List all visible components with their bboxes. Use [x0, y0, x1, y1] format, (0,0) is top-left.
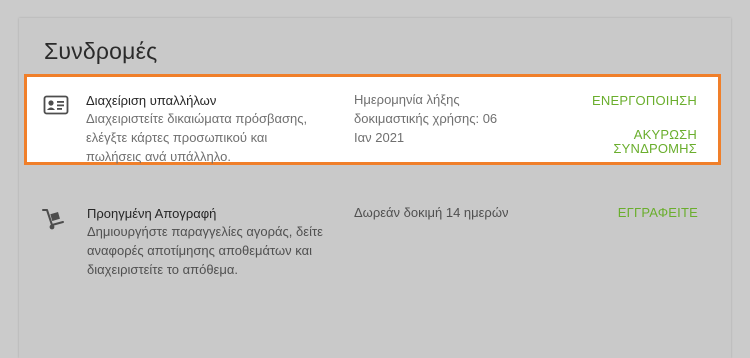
- subscription-name: Προηγμένη Απογραφή: [87, 206, 217, 221]
- hand-truck-icon: [41, 207, 67, 230]
- id-card-icon: [43, 94, 69, 116]
- activate-button[interactable]: ΕΝΕΡΓΟΠΟΙΗΣΗ: [592, 94, 697, 108]
- cancel-subscription-button[interactable]: ΑΚΥΡΩΣΗ ΣΥΝΔΡΟΜΗΣ: [587, 128, 697, 156]
- subscription-description: Διαχειριστείτε δικαιώματα πρόσβασης, ελέ…: [86, 111, 308, 164]
- subscription-description: Δημιουργήστε παραγγελίες αγοράς, δείτε α…: [87, 224, 323, 277]
- page-title: Συνδρομές: [44, 38, 158, 64]
- subscription-row-advanced-inventory: Προηγμένη Απογραφή Δημιουργήστε παραγγελ…: [19, 202, 731, 322]
- subscription-row-employee-management: Διαχείριση υπαλλήλων Διαχειριστείτε δικα…: [24, 74, 721, 165]
- trial-expiry-status: Ημερομηνία λήξης δοκιμαστικής χρήσης: 06…: [354, 92, 498, 145]
- free-trial-status: Δωρεάν δοκιμή 14 ημερών: [354, 205, 509, 220]
- subscribe-button[interactable]: ΕΓΓΡΑΦΕΙΤΕ: [618, 206, 698, 220]
- subscription-name: Διαχείριση υπαλλήλων: [86, 93, 217, 108]
- subscriptions-card: Συνδρομές Διαχείριση υπαλλήλων Διαχειρισ…: [19, 18, 731, 358]
